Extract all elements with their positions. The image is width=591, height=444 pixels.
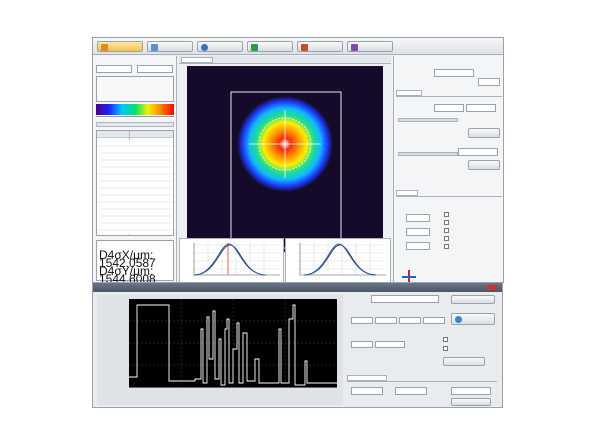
mode-select-3[interactable] — [406, 242, 430, 250]
option-checkbox-2[interactable] — [444, 220, 449, 225]
sub-select-2[interactable] — [351, 387, 383, 395]
waveform-plot[interactable] — [129, 299, 337, 387]
sub-button-3[interactable] — [443, 357, 485, 366]
toolbar-button-1[interactable] — [97, 41, 143, 52]
x-profile-fit-curve — [193, 244, 267, 276]
right-tab-3[interactable] — [396, 190, 418, 196]
params-table-header — [97, 131, 173, 138]
y-profile-data-curve — [303, 243, 377, 276]
right-tab-2[interactable] — [424, 90, 446, 96]
left-panel: D4σX/μm: 1542.0587 D4σY/μm: 1544.6008 — [93, 56, 177, 286]
sub-field-5[interactable] — [351, 341, 373, 348]
toolbar-button-3[interactable] — [197, 41, 243, 52]
sub-window-titlebar — [93, 283, 502, 292]
sub-window — [92, 282, 503, 408]
right-select-2[interactable] — [478, 78, 500, 86]
left-select-1[interactable] — [96, 65, 132, 73]
right-select-1[interactable] — [434, 69, 474, 77]
toolbar-button-5[interactable] — [297, 41, 343, 52]
right-button-2[interactable] — [468, 160, 500, 170]
sub-checkbox-group — [443, 337, 499, 371]
option-checkbox-5[interactable] — [444, 244, 449, 249]
left-select-2[interactable] — [137, 65, 173, 73]
spectrum-tick-row — [96, 116, 174, 120]
right-tabs-2 — [396, 190, 502, 197]
right-tabs — [396, 90, 502, 97]
sub-select-1[interactable] — [371, 295, 439, 303]
option-checkbox-1[interactable] — [444, 212, 449, 217]
x-profile-data-curve — [193, 243, 267, 276]
right-tab-4[interactable] — [420, 190, 442, 196]
tool-4-icon — [251, 44, 258, 51]
view-tab-4[interactable] — [279, 57, 309, 63]
right-tab-1[interactable] — [396, 90, 422, 96]
sub-button-4[interactable] — [451, 398, 491, 406]
color-spectrum-bar — [96, 104, 174, 115]
y-profile-fit-curve — [303, 244, 377, 276]
view-tabs — [179, 56, 391, 64]
sub-field-2[interactable] — [375, 317, 397, 324]
sub-checkbox-2[interactable] — [443, 346, 448, 351]
x-profile-plot[interactable] — [179, 238, 284, 284]
toolbar-button-6[interactable] — [347, 41, 393, 52]
toolbar-button-2[interactable] — [147, 41, 193, 52]
right-input-2[interactable] — [466, 104, 496, 112]
tool-5-icon — [301, 44, 308, 51]
view-tab-6[interactable] — [353, 57, 383, 63]
right-tab-5[interactable] — [444, 190, 472, 196]
sub-button-1[interactable] — [451, 295, 495, 304]
right-panel — [393, 56, 503, 284]
option-checkbox-4[interactable] — [444, 236, 449, 241]
zoom-slider[interactable] — [96, 122, 174, 127]
option-checkbox-3[interactable] — [444, 228, 449, 233]
sub-progress-bar — [375, 341, 405, 348]
sub-button-2-icon — [455, 316, 462, 323]
left-info-box — [96, 76, 174, 102]
view-tab-2[interactable] — [215, 57, 245, 63]
sub-select-4[interactable] — [451, 387, 491, 395]
sub-field-3[interactable] — [399, 317, 421, 324]
mode-select-2[interactable] — [406, 228, 430, 236]
sub-bottom-tab-1[interactable] — [347, 375, 387, 381]
sub-bottom-tabs — [347, 375, 497, 382]
tool-1-icon — [101, 44, 108, 51]
tool-3-icon — [201, 44, 208, 51]
exposure-slider[interactable] — [398, 152, 458, 156]
tool-6-icon — [351, 44, 358, 51]
sub-field-grid — [347, 309, 447, 333]
gain-slider[interactable] — [398, 118, 458, 122]
mode-select-1[interactable] — [406, 214, 430, 222]
y-profile-svg — [299, 243, 386, 276]
view-tab-5[interactable] — [311, 57, 351, 63]
beam-profile-view[interactable] — [187, 66, 383, 252]
options-checklist — [444, 212, 500, 252]
params-table — [96, 130, 174, 236]
sub-select-3[interactable] — [395, 387, 427, 395]
tool-2-icon — [151, 44, 158, 51]
toolbar — [93, 38, 503, 55]
view-tab-3[interactable] — [247, 57, 277, 63]
right-input-3[interactable] — [458, 148, 498, 156]
sub-checkbox-1[interactable] — [443, 337, 448, 342]
main-window: D4σX/μm: 1542.0587 D4σY/μm: 1544.6008 — [92, 37, 504, 286]
right-input-1[interactable] — [434, 104, 464, 112]
sub-field-4[interactable] — [423, 317, 445, 324]
sub-button-2[interactable] — [451, 313, 495, 325]
right-button-1[interactable] — [468, 128, 500, 138]
beam-profile-svg — [230, 91, 342, 249]
toolbar-button-4[interactable] — [247, 41, 293, 52]
sub-controls-panel — [347, 295, 500, 407]
y-profile-plot[interactable] — [285, 238, 391, 284]
waveform-x-axis — [129, 387, 337, 388]
sub-field-1[interactable] — [351, 317, 373, 324]
sub-window-close-icon[interactable] — [487, 285, 497, 290]
x-profile-svg — [193, 243, 280, 276]
waveform-svg — [129, 299, 337, 387]
beam-readout-panel: D4σX/μm: 1542.0587 D4σY/μm: 1544.6008 — [96, 240, 174, 286]
view-tab-1[interactable] — [181, 57, 213, 63]
waveform-plot-frame — [97, 295, 343, 405]
params-table-body — [99, 140, 171, 234]
